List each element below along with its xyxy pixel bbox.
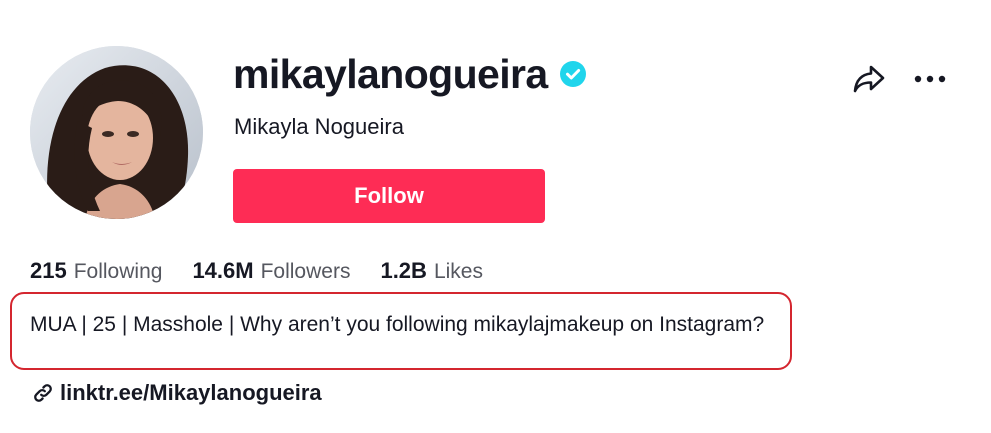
stat-label: Followers xyxy=(260,260,351,283)
profile-stats: 215 Following 14.6M Followers 1.2B Likes xyxy=(30,258,513,284)
stat-value: 215 xyxy=(30,258,67,283)
share-icon xyxy=(852,64,886,99)
stat-label: Likes xyxy=(433,260,483,283)
follow-button[interactable]: Follow xyxy=(233,169,545,223)
profile-link[interactable]: linktr.ee/Mikaylanogueira xyxy=(32,380,322,406)
stat-following[interactable]: 215 Following xyxy=(30,258,162,284)
bio: MUA | 25 | Masshole | Why aren’t you fol… xyxy=(30,313,765,336)
more-options-icon xyxy=(913,70,947,88)
stat-value: 14.6M xyxy=(192,258,254,283)
stat-label: Following xyxy=(73,260,163,283)
share-button[interactable] xyxy=(850,62,888,100)
stat-likes: 1.2B Likes xyxy=(380,258,483,284)
stat-followers[interactable]: 14.6M Followers xyxy=(192,258,350,284)
link-text: linktr.ee/Mikaylanogueira xyxy=(60,380,322,405)
more-options-button[interactable] xyxy=(908,62,952,96)
avatar[interactable] xyxy=(30,46,203,219)
display-name: Mikayla Nogueira xyxy=(234,114,404,139)
profile-header: mikaylanogueira Mikayla Nogueira Follow xyxy=(0,0,991,433)
link-icon xyxy=(32,382,54,404)
username: mikaylanogueira xyxy=(233,50,548,97)
stat-value: 1.2B xyxy=(380,258,427,283)
username-row: mikaylanogueira xyxy=(233,48,586,100)
verified-badge-icon xyxy=(559,61,586,87)
